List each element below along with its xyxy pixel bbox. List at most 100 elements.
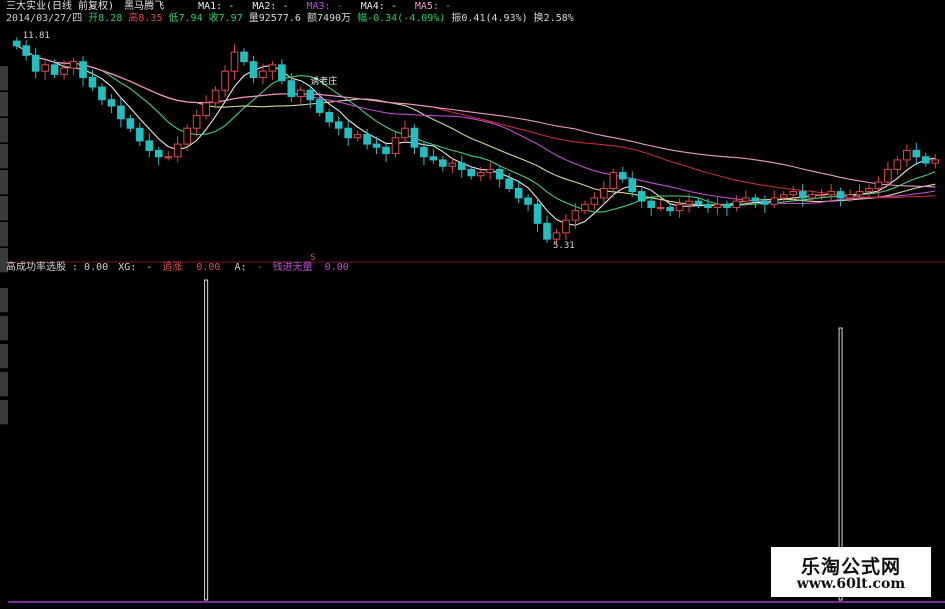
candle-body xyxy=(732,200,741,208)
candle-body xyxy=(372,143,381,148)
candle-body xyxy=(41,64,49,72)
max-price-label: 11.81 xyxy=(23,31,50,41)
candle-body xyxy=(164,156,173,159)
candle-body xyxy=(230,51,239,72)
candle-body xyxy=(325,111,334,123)
candle-body xyxy=(353,134,362,139)
candle-body xyxy=(410,127,419,148)
candle-body xyxy=(240,51,248,63)
candle-body xyxy=(69,61,78,69)
min-price-label: 5.31 xyxy=(553,241,575,251)
candle-body xyxy=(107,99,116,107)
candle-body xyxy=(618,172,627,180)
candle-body xyxy=(98,86,106,101)
candle-body xyxy=(183,127,191,145)
candle-body xyxy=(921,156,930,164)
candle-body xyxy=(50,64,59,75)
candle-body xyxy=(533,203,542,224)
candle-body xyxy=(817,194,826,197)
candle-body xyxy=(221,70,229,91)
candle-body xyxy=(637,191,646,202)
candle-body xyxy=(259,70,267,79)
candle-body xyxy=(126,118,135,129)
candle-body xyxy=(278,64,286,82)
candle-body xyxy=(713,203,722,208)
candle-body xyxy=(306,89,315,101)
candle-body xyxy=(476,172,485,177)
candle-body xyxy=(884,168,892,183)
candle-body xyxy=(590,197,599,205)
candle-body xyxy=(666,206,674,212)
candle-body xyxy=(798,191,807,199)
kline-chart[interactable]: 11.81 5.31 诱老庄 S xyxy=(0,0,945,609)
candle-body xyxy=(391,137,400,155)
candle-body xyxy=(457,162,466,170)
candle-body xyxy=(249,61,258,79)
candle-body xyxy=(647,200,655,208)
candle-body xyxy=(211,89,220,104)
candle-body xyxy=(315,99,324,113)
candle-body xyxy=(543,222,551,240)
ma20-line xyxy=(16,45,936,206)
candle-body xyxy=(600,187,608,199)
candle-body xyxy=(912,149,921,158)
candle-body xyxy=(486,168,495,174)
indicator-title-line: 高成功率选股 : 0.00 XG: - 追涨 0.00 A: - 钱进无量 0.… xyxy=(6,262,349,274)
candle-body xyxy=(704,203,712,208)
money-in-label: 钱进无量 xyxy=(272,262,313,273)
xg-signal-bar xyxy=(204,279,209,601)
xg-label: XG: xyxy=(118,262,137,273)
candle-body xyxy=(855,191,864,196)
candle-body xyxy=(694,200,703,205)
candle-body xyxy=(836,191,845,199)
xg-dash: - xyxy=(146,262,153,273)
candle-body xyxy=(202,102,210,117)
candle-body xyxy=(192,115,201,129)
candle-body xyxy=(467,168,476,177)
candle-body xyxy=(382,146,390,155)
candle-body xyxy=(173,143,182,158)
candle-body xyxy=(552,232,561,240)
candle-body xyxy=(751,197,760,202)
candle-body xyxy=(22,45,31,56)
candle-body xyxy=(297,89,305,98)
candle-body xyxy=(581,203,589,212)
candle-body xyxy=(675,203,684,212)
candle-body xyxy=(524,197,532,205)
candle-body xyxy=(31,54,40,72)
candle-body xyxy=(723,203,731,208)
candle-body xyxy=(505,178,513,189)
candle-body xyxy=(931,159,940,164)
candle-body xyxy=(363,134,371,145)
watermark-title: 乐淘公式网 xyxy=(800,556,901,578)
ma5-line xyxy=(16,45,936,226)
candle-body xyxy=(154,149,163,158)
candle-body xyxy=(761,200,769,205)
candle-body xyxy=(865,187,873,193)
pattern-label: 诱老庄 xyxy=(310,75,337,87)
candle-body xyxy=(448,162,457,167)
candle-body xyxy=(88,77,97,88)
candle-body xyxy=(334,121,343,129)
candle-body xyxy=(779,194,788,199)
a-label: A: xyxy=(234,262,247,273)
watermark-logo: 乐淘公式网 www.60lt.com xyxy=(771,547,931,597)
candle-body xyxy=(145,140,154,151)
chase-up-label: 追涨 xyxy=(162,262,183,273)
ma30-line xyxy=(16,45,936,205)
ma45-line xyxy=(16,45,936,199)
chase-up-value: 0.00 xyxy=(196,262,221,273)
candle-body xyxy=(571,210,580,221)
candle-body xyxy=(287,80,296,98)
watermark-url: www.60lt.com xyxy=(796,576,906,592)
candle-body xyxy=(117,105,125,120)
candle-body xyxy=(808,194,816,199)
moving-averages xyxy=(16,45,936,226)
candle-body xyxy=(846,194,854,199)
candle-body xyxy=(429,156,438,161)
candle-body xyxy=(609,172,618,189)
candle-body xyxy=(420,146,428,158)
candle-body xyxy=(893,159,902,170)
candle-body xyxy=(401,127,409,139)
candle-body xyxy=(685,200,693,205)
